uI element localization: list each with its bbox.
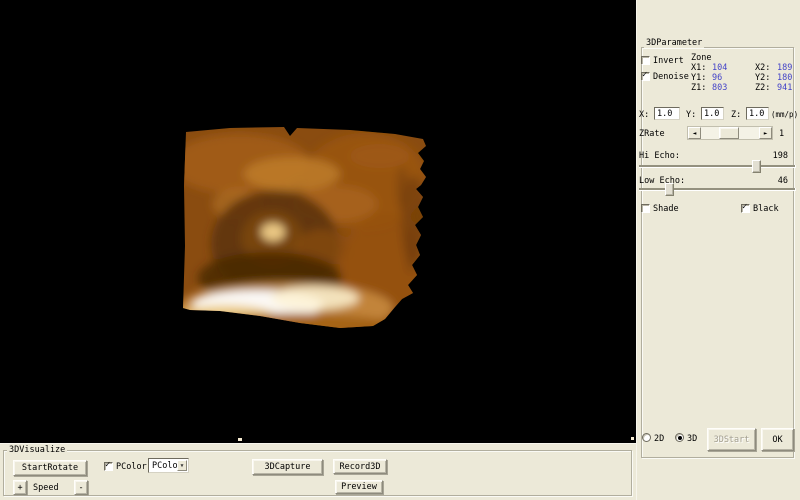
zrate-label: ZRate — [639, 129, 665, 139]
pcolor-checkbox[interactable]: ✓ — [104, 462, 113, 471]
hi-echo-value: 198 — [764, 151, 788, 161]
low-echo-slider-track[interactable] — [639, 188, 796, 191]
mode-2d-radio[interactable] — [642, 433, 651, 442]
radio-dot-icon — [678, 436, 682, 440]
speed-label: Speed — [33, 483, 59, 493]
shade-label: Shade — [653, 204, 679, 214]
zone-z2-value: 941 — [777, 83, 792, 93]
pcolor-dropdown[interactable]: PColor ▼ — [148, 458, 189, 473]
render-viewport[interactable] — [0, 0, 636, 443]
mode-2d-label: 2D — [654, 434, 664, 444]
pcolor-label: PColor — [116, 462, 147, 472]
zone-x1-value: 104 — [712, 63, 727, 73]
visualize-panel: 3DVisualize StartRotate + Speed - ✓ PCol… — [0, 443, 636, 500]
check-icon: ✓ — [642, 71, 647, 80]
parameter-group-title: 3DParameter — [644, 38, 704, 48]
zone-x1-label: X1: — [691, 63, 706, 73]
zone-y1-value: 96 — [712, 73, 722, 83]
zone-z2-label: Z2: — [755, 83, 770, 93]
zone-z1-value: 803 — [712, 83, 727, 93]
check-icon: ✓ — [742, 203, 747, 212]
zone-x2-label: X2: — [755, 63, 770, 73]
black-label: Black — [753, 204, 779, 214]
voxel-z-input[interactable] — [746, 107, 769, 120]
record3d-button[interactable]: Record3D — [333, 459, 387, 474]
zone-y2-label: Y2: — [755, 73, 770, 83]
zrate-value: 1 — [779, 129, 784, 139]
zrate-scrollbar[interactable]: ◄ ► — [687, 126, 773, 140]
3dstart-button[interactable]: 3DStart — [707, 428, 756, 451]
mode-3d-radio[interactable] — [675, 433, 684, 442]
visualize-group-title: 3DVisualize — [7, 445, 67, 455]
ok-button[interactable]: OK — [761, 428, 794, 451]
zone-y1-label: Y1: — [691, 73, 706, 83]
hi-echo-slider-track[interactable] — [639, 165, 796, 168]
zone-y2-value: 180 — [777, 73, 792, 83]
speed-minus-button[interactable]: - — [74, 480, 88, 495]
dropdown-arrow-icon[interactable]: ▼ — [177, 460, 187, 471]
check-icon: ✓ — [105, 461, 110, 470]
zone-x2-value: 189 — [777, 63, 792, 73]
invert-checkbox[interactable] — [641, 56, 650, 65]
ultrasound-image — [180, 126, 430, 332]
zone-z1-label: Z1: — [691, 83, 706, 93]
hi-echo-slider-thumb[interactable] — [752, 160, 761, 173]
invert-label: Invert — [653, 56, 684, 66]
voxel-x-label: X: — [639, 110, 649, 120]
black-checkbox[interactable]: ✓ — [741, 204, 750, 213]
zone-title: Zone — [691, 53, 711, 63]
scroll-left-icon[interactable]: ◄ — [688, 127, 701, 139]
voxel-y-label: Y: — [686, 110, 696, 120]
mode-3d-label: 3D — [687, 434, 697, 444]
low-echo-label: Low Echo: — [639, 176, 685, 186]
voxel-x-input[interactable] — [654, 107, 680, 120]
ultrasound-render — [180, 126, 430, 332]
low-echo-slider-thumb[interactable] — [665, 183, 674, 196]
voxel-y-input[interactable] — [701, 107, 724, 120]
edge-artifact — [238, 438, 242, 441]
zrate-scrollbar-thumb[interactable] — [719, 127, 739, 139]
hi-echo-label: Hi Echo: — [639, 151, 680, 161]
voxel-unit-label: (mm/p) — [771, 110, 798, 120]
shade-checkbox[interactable] — [641, 204, 650, 213]
edge-artifact — [631, 437, 634, 440]
scroll-right-icon[interactable]: ► — [759, 127, 772, 139]
3dcapture-button[interactable]: 3DCapture — [252, 459, 323, 475]
denoise-checkbox[interactable]: ✓ — [641, 72, 650, 81]
preview-button[interactable]: Preview — [335, 480, 383, 494]
start-rotate-button[interactable]: StartRotate — [13, 460, 87, 476]
parameter-panel: 3DParameter Invert ✓ Denoise Zone X1: 10… — [636, 0, 800, 500]
low-echo-value: 46 — [764, 176, 788, 186]
app-window: { "app": { "viewport_bg": "#000000", "pa… — [0, 0, 800, 500]
denoise-label: Denoise — [653, 72, 689, 82]
speed-plus-button[interactable]: + — [13, 480, 27, 495]
voxel-z-label: Z: — [731, 110, 741, 120]
